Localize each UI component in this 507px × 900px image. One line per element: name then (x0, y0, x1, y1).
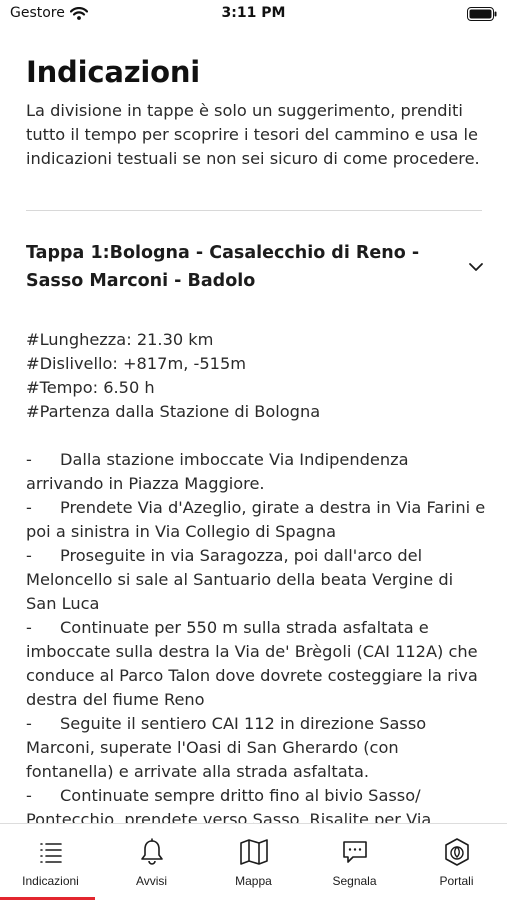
stat-time: #Tempo: 6.50 h (26, 378, 155, 397)
bell-icon (136, 836, 168, 868)
battery-icon (467, 7, 497, 21)
status-bar: Gestore 3:11 PM (0, 0, 507, 28)
tab-segnala[interactable]: Segnala (304, 824, 405, 900)
page-title: Indicazioni (26, 55, 201, 89)
content-scroll[interactable]: Indicazioni La divisione in tappe è solo… (0, 28, 507, 823)
direction-text: Continuate per 550 m sulla strada asfalt… (26, 618, 478, 709)
divider (26, 210, 482, 211)
portal-icon (441, 836, 473, 868)
direction-item: - Prendete Via d'Azeglio, girate a destra… (26, 496, 488, 544)
stage-description: #Lunghezza: 21.30 km #Dislivello: +817m,… (26, 328, 488, 823)
direction-text: Seguite il sentiero CAI 112 in direzione… (26, 714, 427, 781)
tab-indicazioni[interactable]: Indicazioni (0, 824, 101, 900)
stat-length: #Lunghezza: 21.30 km (26, 330, 214, 349)
tab-label: Segnala (332, 874, 377, 888)
stage-title: Tappa 1:Bologna - Casalecchio di Reno - … (26, 243, 420, 291)
stat-start: #Partenza dalla Stazione di Bologna (26, 402, 321, 421)
direction-item: - Continuate per 550 m sulla strada asfal… (26, 616, 488, 712)
tab-bar: Indicazioni Avvisi Mappa Segnala Portali (0, 823, 507, 900)
bullet-dash: - (26, 546, 32, 565)
bullet-dash: - (26, 618, 32, 637)
bullet-dash: - (26, 714, 32, 733)
map-icon (238, 836, 270, 868)
direction-item: - Dalla stazione imboccate Via Indipenden… (26, 448, 488, 496)
intro-text: La divisione in tappe è solo un suggerim… (26, 101, 480, 168)
tab-label: Mappa (235, 874, 272, 888)
chevron-down-icon[interactable] (468, 259, 484, 275)
direction-item: - Seguite il sentiero CAI 112 in direzion… (26, 712, 488, 784)
tab-mappa[interactable]: Mappa (203, 824, 304, 900)
tab-label: Indicazioni (22, 874, 79, 888)
direction-text: Prendete Via d'Azeglio, girate a destra … (26, 498, 486, 541)
direction-text: Proseguite in via Saragozza, poi dall'ar… (26, 546, 454, 613)
direction-item: - Continuate sempre dritto fino al bivio … (26, 784, 488, 823)
tab-label: Portali (439, 874, 474, 888)
stat-elevation: #Dislivello: +817m, -515m (26, 354, 247, 373)
stage-accordion-header[interactable]: Tappa 1:Bologna - Casalecchio di Reno - … (26, 239, 484, 299)
direction-item: - Proseguite in via Saragozza, poi dall'a… (26, 544, 488, 616)
list-icon (35, 836, 67, 868)
bullet-dash: - (26, 450, 32, 469)
bullet-dash: - (26, 498, 32, 517)
direction-text: Continuate sempre dritto fino al bivio S… (26, 786, 432, 823)
clock: 3:11 PM (221, 5, 286, 21)
direction-text: Dalla stazione imboccate Via Indipendenz… (26, 450, 409, 493)
bullet-dash: - (26, 786, 32, 805)
tab-label: Avvisi (135, 874, 168, 888)
chat-icon (339, 836, 371, 868)
tab-avvisi[interactable]: Avvisi (101, 824, 202, 900)
tab-portali[interactable]: Portali (406, 824, 507, 900)
